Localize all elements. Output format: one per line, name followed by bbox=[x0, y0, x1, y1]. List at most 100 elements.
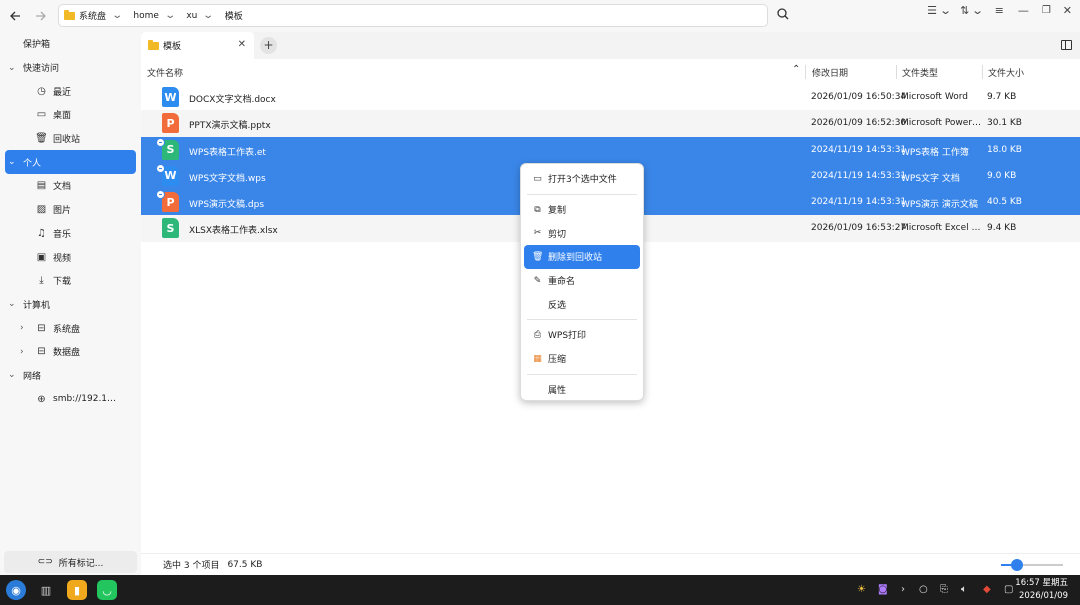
forward-button[interactable] bbox=[28, 4, 52, 28]
assistant-icon[interactable]: ◙ bbox=[878, 584, 888, 595]
chevron-right-icon[interactable]: › bbox=[20, 347, 30, 357]
title-bar: 系统盘 ⌄ home ⌄ xu ⌄ 模板 ☰ ⌄ ⇅ ⌄ ≡ — ❐ ✕ bbox=[0, 0, 1080, 32]
minimize-icon[interactable]: — bbox=[1018, 4, 1029, 17]
trash-icon: 🗑︎ bbox=[532, 251, 544, 262]
sidebar-item-system-disk[interactable]: › ⊟ 系统盘 bbox=[0, 316, 141, 340]
sort-icon[interactable]: ⇅ bbox=[960, 4, 969, 17]
column-name[interactable]: 文件名称 bbox=[147, 66, 183, 79]
search-icon[interactable] bbox=[777, 8, 789, 20]
multitask-view-icon[interactable]: ▥ bbox=[36, 580, 56, 600]
selection-badge-icon[interactable] bbox=[156, 137, 165, 147]
sidebar-item-vault[interactable]: 保护箱 bbox=[0, 32, 141, 56]
file-row[interactable]: S WPS表格工作表.et 2024/11/19 14:53:31 WPS表格 工作簿… bbox=[141, 136, 1080, 163]
all-tags-button[interactable]: ⊂⊃ 所有标记... bbox=[4, 551, 137, 573]
menu-item-properties[interactable]: 属性 bbox=[524, 378, 640, 402]
menu-item-open[interactable]: ▭ 打开3个选中文件 bbox=[524, 167, 640, 191]
chevron-down-icon[interactable]: ⌄ bbox=[972, 4, 985, 17]
selection-badge-icon[interactable] bbox=[156, 163, 165, 173]
wps-icon[interactable]: ◆ bbox=[983, 584, 991, 595]
menu-item-label: 剪切 bbox=[548, 229, 567, 240]
chevron-down-icon[interactable]: ⌄ bbox=[939, 4, 952, 17]
file-size: 9.4 KB bbox=[987, 223, 1017, 234]
volume-icon[interactable]: 🔈︎ bbox=[961, 584, 967, 595]
sidebar-group-quick-access[interactable]: ⌄ 快速访问 bbox=[0, 56, 141, 80]
sidebar-item-desktop[interactable]: ▭ 桌面 bbox=[0, 103, 141, 127]
sort-up-icon[interactable]: ⌃ bbox=[792, 64, 800, 75]
sidebar-item-label: 图片 bbox=[53, 206, 72, 217]
breadcrumb-template[interactable]: 模板 bbox=[225, 9, 250, 22]
column-divider[interactable] bbox=[982, 65, 983, 79]
close-icon[interactable]: ✕ bbox=[1063, 4, 1072, 17]
sidebar-item-label: 快速访问 bbox=[23, 64, 60, 75]
chevron-down-icon[interactable]: ⌄ bbox=[164, 10, 176, 21]
menu-item-wps-print[interactable]: ⎙ WPS打印 bbox=[524, 323, 640, 347]
sidebar-group-network[interactable]: ⌄ 网络 bbox=[0, 364, 141, 388]
chevron-down-icon[interactable]: ⌄ bbox=[8, 370, 18, 380]
zoom-slider-handle[interactable] bbox=[1010, 559, 1023, 571]
sidebar-item-label: 系统盘 bbox=[53, 324, 81, 335]
column-size[interactable]: 文件大小 bbox=[988, 66, 1024, 79]
menu-item-copy[interactable]: ⧉ 复制 bbox=[524, 198, 640, 222]
menu-item-rename[interactable]: ✎ 重命名 bbox=[524, 269, 640, 293]
tab-label: 模板 bbox=[163, 42, 182, 52]
chevron-down-icon[interactable]: ⌄ bbox=[8, 299, 18, 309]
app-store-icon[interactable]: ◡ bbox=[97, 580, 117, 600]
column-date[interactable]: 修改日期 bbox=[812, 66, 848, 79]
search-icon[interactable]: ○ bbox=[919, 584, 928, 595]
file-row[interactable]: P PPTX演示文稿.pptx 2026/01/09 16:52:30 Microso… bbox=[141, 110, 1080, 137]
sidebar-group-personal[interactable]: ⌄ 个人 bbox=[5, 150, 136, 175]
chevron-right-icon[interactable]: › bbox=[20, 323, 30, 333]
tab-template[interactable]: 模板 ✕ bbox=[141, 32, 254, 59]
file-manager-app-icon[interactable]: ▮ bbox=[67, 580, 87, 600]
notification-icon[interactable]: ▢ bbox=[1004, 584, 1013, 595]
close-icon[interactable]: ✕ bbox=[238, 39, 246, 50]
breadcrumb-xu[interactable]: xu ⌄ bbox=[186, 10, 215, 21]
new-tab-button[interactable]: + bbox=[260, 37, 277, 54]
sidebar-item-pictures[interactable]: ▨ 图片 bbox=[0, 198, 141, 222]
sidebar-item-recent[interactable]: ◷ 最近 bbox=[0, 79, 141, 103]
sidebar: 保护箱 ⌄ 快速访问 ◷ 最近 ▭ 桌面 🗑︎ 回收站 ⌄ 个人 ▤ 文档 ▨ … bbox=[0, 32, 141, 575]
folder-icon bbox=[64, 9, 75, 20]
trash-icon: 🗑︎ bbox=[35, 133, 48, 145]
menu-item-compress[interactable]: ▦ 压缩 bbox=[524, 347, 640, 371]
zoom-slider[interactable] bbox=[1001, 559, 1063, 571]
chevron-right-icon[interactable]: › bbox=[901, 584, 905, 595]
file-type: Microsoft Power… bbox=[901, 118, 982, 129]
clock[interactable]: 16:57 星期五 2026/01/09 bbox=[1015, 577, 1068, 603]
menu-icon[interactable]: ≡ bbox=[995, 4, 1004, 17]
sidebar-item-documents[interactable]: ▤ 文档 bbox=[0, 174, 141, 198]
column-divider[interactable] bbox=[896, 65, 897, 79]
sidebar-group-computer[interactable]: ⌄ 计算机 bbox=[0, 293, 141, 317]
sidebar-item-data-disk[interactable]: › ⊟ 数据盘 bbox=[0, 340, 141, 364]
sidebar-item-smb[interactable]: ⊕ smb://192.1… bbox=[0, 387, 141, 411]
file-size: 30.1 KB bbox=[987, 118, 1022, 129]
chevron-down-icon[interactable]: ⌄ bbox=[8, 157, 18, 167]
address-bar[interactable]: 系统盘 ⌄ home ⌄ xu ⌄ 模板 bbox=[58, 4, 768, 27]
panel-toggle-icon[interactable] bbox=[1061, 40, 1072, 50]
menu-item-cut[interactable]: ✂ 剪切 bbox=[524, 221, 640, 245]
sidebar-item-downloads[interactable]: ⤓ 下载 bbox=[0, 269, 141, 293]
sidebar-item-trash[interactable]: 🗑︎ 回收站 bbox=[0, 127, 141, 151]
chevron-down-icon[interactable]: ⌄ bbox=[111, 10, 123, 21]
start-menu-icon[interactable]: ◉ bbox=[6, 580, 26, 600]
file-name: PPTX演示文稿.pptx bbox=[189, 121, 271, 132]
chevron-down-icon[interactable]: ⌄ bbox=[8, 63, 18, 73]
list-view-icon[interactable]: ☰ bbox=[927, 4, 937, 17]
sidebar-item-label: 视频 bbox=[53, 253, 72, 264]
column-type[interactable]: 文件类型 bbox=[902, 66, 938, 79]
brightness-icon[interactable]: ☀ bbox=[857, 584, 866, 595]
column-divider[interactable] bbox=[805, 65, 806, 79]
breadcrumb-home[interactable]: home ⌄ bbox=[133, 10, 176, 21]
sidebar-item-music[interactable]: ♫ 音乐 bbox=[0, 222, 141, 246]
sidebar-item-videos[interactable]: ▣ 视频 bbox=[0, 245, 141, 269]
menu-item-label: 删除到回收站 bbox=[548, 253, 603, 264]
breadcrumb-system-disk[interactable]: 系统盘 ⌄ bbox=[64, 9, 123, 22]
menu-item-delete[interactable]: 🗑︎ 删除到回收站 bbox=[524, 245, 640, 269]
menu-item-invert-selection[interactable]: 反选 bbox=[524, 292, 640, 316]
chevron-down-icon[interactable]: ⌄ bbox=[203, 10, 215, 21]
sidebar-item-label: 下载 bbox=[53, 277, 72, 288]
restore-icon[interactable]: ❐ bbox=[1042, 5, 1051, 16]
back-button[interactable] bbox=[3, 4, 27, 28]
screen-cast-icon[interactable]: ⎘ bbox=[940, 584, 948, 595]
file-row[interactable]: W DOCX文字文档.docx 2026/01/09 16:50:34 Microso… bbox=[141, 84, 1080, 110]
